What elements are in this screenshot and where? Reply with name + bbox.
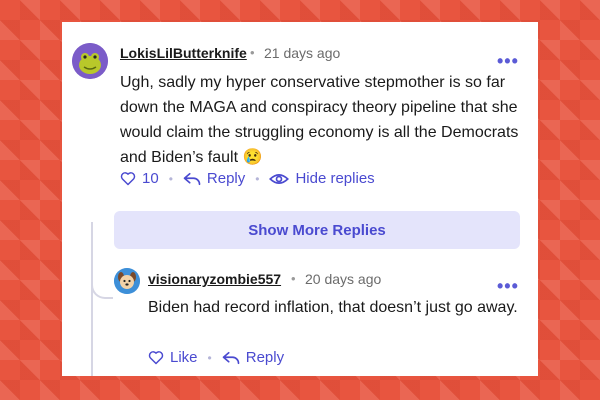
comment-timestamp: 21 days ago — [264, 45, 341, 61]
reply-button[interactable]: Reply — [183, 170, 245, 187]
reply-arrow-icon — [183, 172, 201, 185]
separator-dot: • — [250, 45, 255, 60]
separator-dot: • — [255, 171, 260, 186]
like-label: Like — [170, 349, 198, 366]
dog-avatar-icon — [114, 268, 140, 294]
thread-branch — [91, 277, 113, 299]
reply-username[interactable]: visionaryzombie557 — [148, 271, 281, 287]
separator-dot: • — [291, 271, 296, 286]
avatar[interactable] — [114, 268, 140, 294]
comment-username[interactable]: LokisLilButterknife — [120, 45, 247, 61]
like-button[interactable]: Like — [148, 349, 198, 366]
reply-label: Reply — [245, 349, 285, 366]
reply-label: Reply — [206, 170, 246, 187]
comment-thread-card: LokisLilButterknife • 21 days ago ••• Ug… — [62, 22, 538, 376]
more-options-button[interactable]: ••• — [497, 277, 519, 295]
comment-actions: 10 • Reply • Hide replies — [120, 170, 375, 187]
comment-body: Ugh, sadly my hyper conservative stepmot… — [120, 74, 519, 166]
separator-dot: • — [207, 350, 212, 365]
reply-actions: Like • Reply — [148, 349, 284, 366]
more-options-button[interactable]: ••• — [497, 52, 519, 70]
heart-icon — [120, 172, 136, 186]
avatar[interactable] — [72, 43, 108, 79]
frog-avatar-icon — [72, 43, 108, 79]
hide-replies-label: Hide replies — [295, 170, 375, 187]
heart-icon — [148, 351, 164, 365]
thread-line — [91, 222, 93, 376]
hide-replies-button[interactable]: Hide replies — [269, 170, 375, 187]
reply-arrow-icon — [222, 351, 240, 364]
show-more-replies-button[interactable]: Show More Replies — [114, 211, 520, 249]
reply-timestamp: 20 days ago — [305, 271, 382, 287]
separator-dot: • — [168, 171, 173, 186]
reply-body: Biden had record inflation, that doesn’t… — [148, 299, 518, 316]
like-button[interactable]: 10 — [120, 170, 159, 187]
reply-button[interactable]: Reply — [222, 349, 284, 366]
eye-icon — [269, 173, 290, 184]
like-count: 10 — [142, 170, 159, 187]
